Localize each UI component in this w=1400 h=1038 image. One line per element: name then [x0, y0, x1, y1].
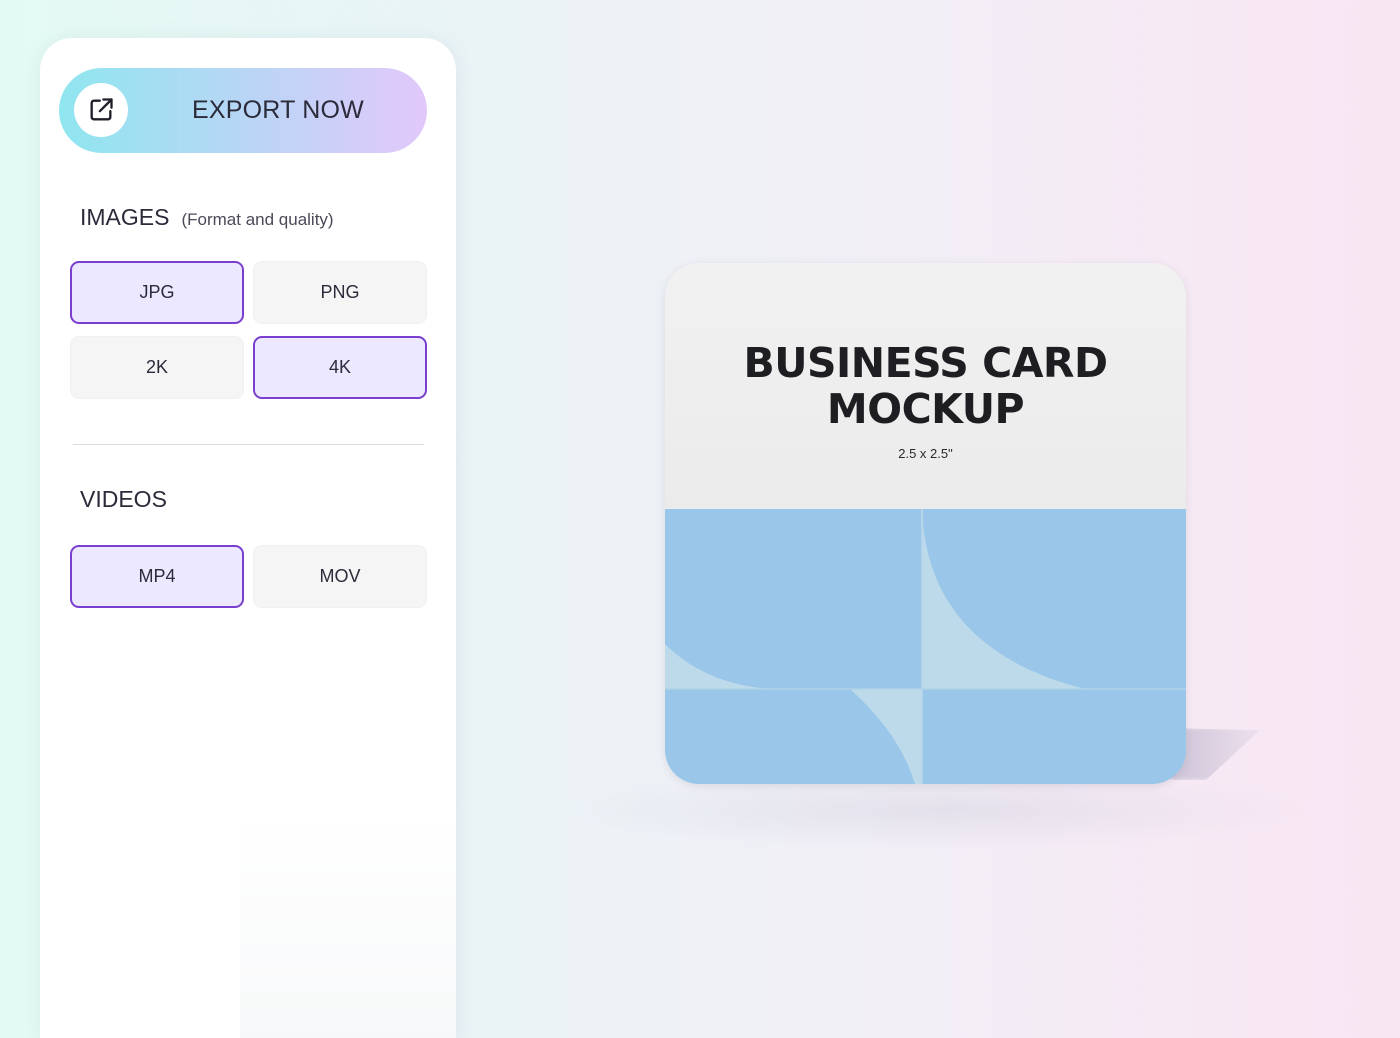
section-divider: [73, 444, 424, 445]
format-png-option[interactable]: PNG: [253, 261, 427, 324]
business-card-mockup: BUSINESS CARD MOCKUP 2.5 x 2.5": [665, 263, 1186, 784]
external-link-icon: [90, 98, 113, 121]
card-title: BUSINESS CARD MOCKUP: [743, 339, 1108, 433]
quality-2k-option[interactable]: 2K: [70, 336, 244, 399]
quality-4k-option[interactable]: 4K: [253, 336, 427, 399]
panel-bottom-fade: [240, 818, 456, 1038]
export-now-button[interactable]: EXPORT NOW: [59, 68, 427, 153]
format-jpg-option[interactable]: JPG: [70, 261, 244, 324]
card-size-label: 2.5 x 2.5": [898, 446, 953, 461]
images-title: IMAGES: [80, 204, 170, 230]
export-icon-circle: [74, 83, 128, 137]
export-now-label: EXPORT NOW: [192, 96, 364, 124]
videos-title: VIDEOS: [80, 486, 167, 512]
images-section-title: IMAGES (Format and quality): [80, 204, 334, 231]
images-subtitle: (Format and quality): [181, 210, 334, 229]
card-blue-pattern: [665, 509, 1186, 784]
video-mp4-option[interactable]: MP4: [70, 545, 244, 608]
export-panel: EXPORT NOW IMAGES (Format and quality) JP…: [40, 38, 456, 1038]
video-mov-option[interactable]: MOV: [253, 545, 427, 608]
